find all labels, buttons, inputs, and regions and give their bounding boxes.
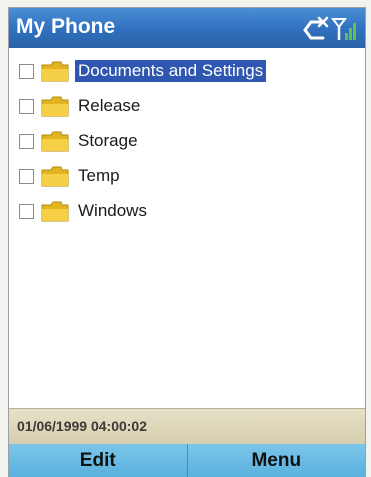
edit-softkey[interactable]: Edit <box>9 444 188 477</box>
window-title: My Phone <box>16 15 116 38</box>
folder-icon <box>41 95 69 117</box>
tree-item-label: Windows <box>78 201 147 220</box>
datetime-text: 01/06/1999 04:00:02 <box>17 418 147 434</box>
title-bar: My Phone <box>9 8 365 48</box>
checkbox[interactable] <box>19 98 34 114</box>
folder-icon <box>41 200 69 222</box>
folder-icon <box>41 165 69 187</box>
phone-screen: My Phone Documents and Settings Release … <box>8 7 366 477</box>
tree-item-label: Documents and Settings <box>75 60 267 82</box>
tree-item-label: Storage <box>78 131 138 150</box>
checkbox[interactable] <box>19 168 34 184</box>
tree-item-label: Release <box>78 96 141 115</box>
tree-item-windows[interactable]: Windows <box>19 196 150 226</box>
folder-icon <box>41 130 69 152</box>
tree-item-documents-and-settings[interactable]: Documents and Settings <box>19 56 267 86</box>
status-icons <box>301 14 359 42</box>
tree-item-storage[interactable]: Storage <box>19 126 141 156</box>
tree-item-temp[interactable]: Temp <box>19 161 123 191</box>
tree-item-release[interactable]: Release <box>19 91 143 121</box>
checkbox[interactable] <box>19 133 34 149</box>
checkbox[interactable] <box>19 203 34 219</box>
menu-softkey[interactable]: Menu <box>188 444 366 477</box>
folder-icon <box>41 60 69 82</box>
tree-item-label: Temp <box>78 166 120 185</box>
checkbox[interactable] <box>19 63 34 79</box>
connection-off-icon <box>303 16 329 40</box>
status-bar: 01/06/1999 04:00:02 <box>9 408 365 444</box>
softkey-bar: Edit Menu <box>9 444 365 477</box>
signal-strength-icon <box>331 18 356 40</box>
